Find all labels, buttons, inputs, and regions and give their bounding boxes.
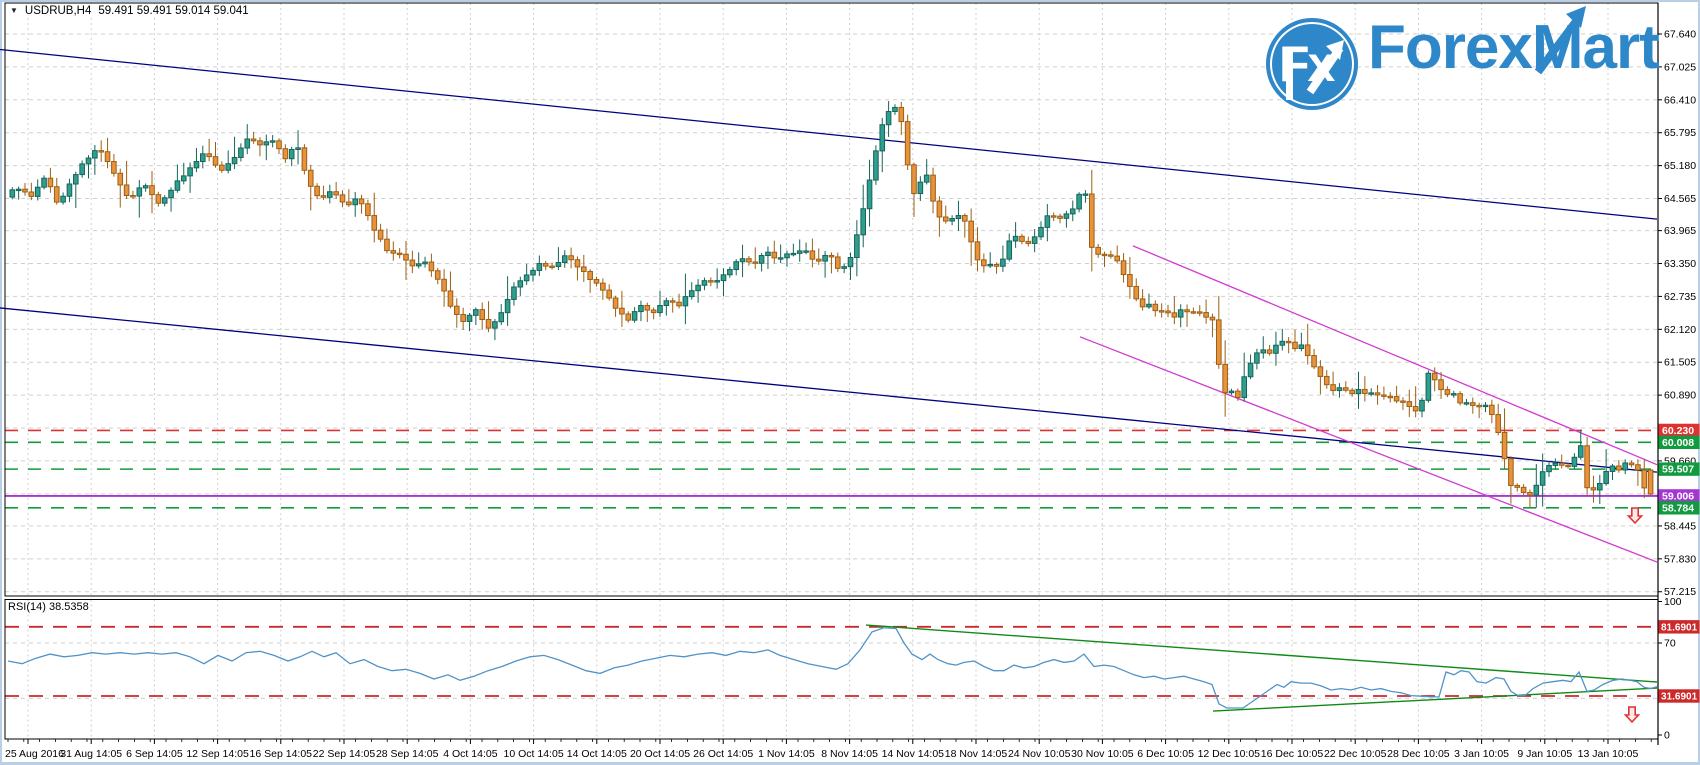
- svg-text:14 Oct 14:05: 14 Oct 14:05: [567, 748, 627, 760]
- svg-text:16 Dec 10:05: 16 Dec 10:05: [1261, 748, 1324, 760]
- svg-text:28 Dec 10:05: 28 Dec 10:05: [1387, 748, 1450, 760]
- svg-text:9 Jan 10:05: 9 Jan 10:05: [1517, 748, 1572, 760]
- svg-text:70: 70: [1664, 638, 1676, 650]
- svg-text:81.6901: 81.6901: [1661, 622, 1698, 633]
- svg-text:18 Nov 14:05: 18 Nov 14:05: [945, 748, 1008, 760]
- svg-text:6 Dec 10:05: 6 Dec 10:05: [1137, 748, 1194, 760]
- logo-brand-text: ForexMart: [1368, 6, 1660, 83]
- svg-text:60.230: 60.230: [1662, 425, 1694, 437]
- svg-text:57.830: 57.830: [1664, 553, 1696, 565]
- svg-text:8 Nov 14:05: 8 Nov 14:05: [821, 748, 878, 760]
- svg-text:59.006: 59.006: [1662, 490, 1694, 502]
- svg-text:63.965: 63.965: [1664, 225, 1696, 237]
- logo-brand-forex: Forex: [1368, 13, 1533, 82]
- svg-text:14 Nov 14:05: 14 Nov 14:05: [882, 748, 945, 760]
- logo-fx-text: Fx: [1279, 36, 1335, 92]
- ohlc-values: 59.491 59.491 59.014 59.041: [98, 5, 249, 17]
- svg-text:58.784: 58.784: [1662, 502, 1694, 514]
- svg-text:100: 100: [1664, 596, 1682, 608]
- svg-text:12 Sep 14:05: 12 Sep 14:05: [186, 748, 249, 760]
- svg-text:67.640: 67.640: [1664, 29, 1696, 41]
- trading-chart-window: 67.640 67.025 66.410 65.795 65.180 64.565 63.9…: [0, 0, 1700, 765]
- symbol-dropdown-icon[interactable]: ▼: [10, 6, 18, 15]
- symbol-timeframe-label: USDRUB,H4: [24, 5, 92, 17]
- svg-text:4 Oct 14:05: 4 Oct 14:05: [443, 748, 497, 760]
- svg-text:66.410: 66.410: [1664, 94, 1696, 106]
- symbol-ohlc-bar: ▼ USDRUB,H4 59.491 59.491 59.014 59.041: [8, 4, 253, 18]
- svg-text:63.350: 63.350: [1664, 258, 1696, 270]
- svg-text:65.180: 65.180: [1664, 160, 1696, 172]
- svg-text:22 Sep 14:05: 22 Sep 14:05: [313, 748, 376, 760]
- logo-fx-badge: Fx: [1266, 18, 1358, 110]
- logo-m-arrow-icon: [1534, 6, 1586, 75]
- svg-text:24 Nov 10:05: 24 Nov 10:05: [1008, 748, 1071, 760]
- svg-text:60.890: 60.890: [1664, 390, 1696, 402]
- svg-text:67.025: 67.025: [1664, 61, 1696, 73]
- svg-text:31 Aug 14:05: 31 Aug 14:05: [60, 748, 122, 760]
- forexmart-logo: Fx ForexMart: [1266, 6, 1660, 116]
- svg-text:0: 0: [1664, 730, 1670, 742]
- rsi-indicator-label: RSI(14) 38.5358: [8, 601, 89, 613]
- svg-text:10 Oct 14:05: 10 Oct 14:05: [504, 748, 564, 760]
- svg-text:31.6901: 31.6901: [1661, 691, 1698, 702]
- svg-text:64.565: 64.565: [1664, 193, 1696, 205]
- svg-text:25 Aug 2016: 25 Aug 2016: [5, 748, 64, 760]
- svg-text:26 Oct 14:05: 26 Oct 14:05: [693, 748, 753, 760]
- svg-text:20 Oct 14:05: 20 Oct 14:05: [630, 748, 690, 760]
- svg-text:22 Dec 10:05: 22 Dec 10:05: [1324, 748, 1387, 760]
- svg-text:13 Jan 10:05: 13 Jan 10:05: [1578, 748, 1639, 760]
- svg-text:28 Sep 14:05: 28 Sep 14:05: [376, 748, 439, 760]
- svg-text:65.795: 65.795: [1664, 127, 1696, 139]
- svg-text:30 Nov 10:05: 30 Nov 10:05: [1071, 748, 1134, 760]
- svg-text:16 Sep 14:05: 16 Sep 14:05: [250, 748, 313, 760]
- svg-text:12 Dec 10:05: 12 Dec 10:05: [1198, 748, 1261, 760]
- svg-text:59.507: 59.507: [1662, 464, 1694, 476]
- svg-text:62.735: 62.735: [1664, 291, 1696, 303]
- svg-text:62.120: 62.120: [1664, 324, 1696, 336]
- svg-text:61.505: 61.505: [1664, 357, 1696, 369]
- svg-text:60.008: 60.008: [1662, 437, 1694, 449]
- svg-text:1 Nov 14:05: 1 Nov 14:05: [758, 748, 815, 760]
- svg-text:58.445: 58.445: [1664, 520, 1696, 532]
- svg-text:6 Sep 14:05: 6 Sep 14:05: [126, 748, 183, 760]
- svg-text:3 Jan 10:05: 3 Jan 10:05: [1454, 748, 1509, 760]
